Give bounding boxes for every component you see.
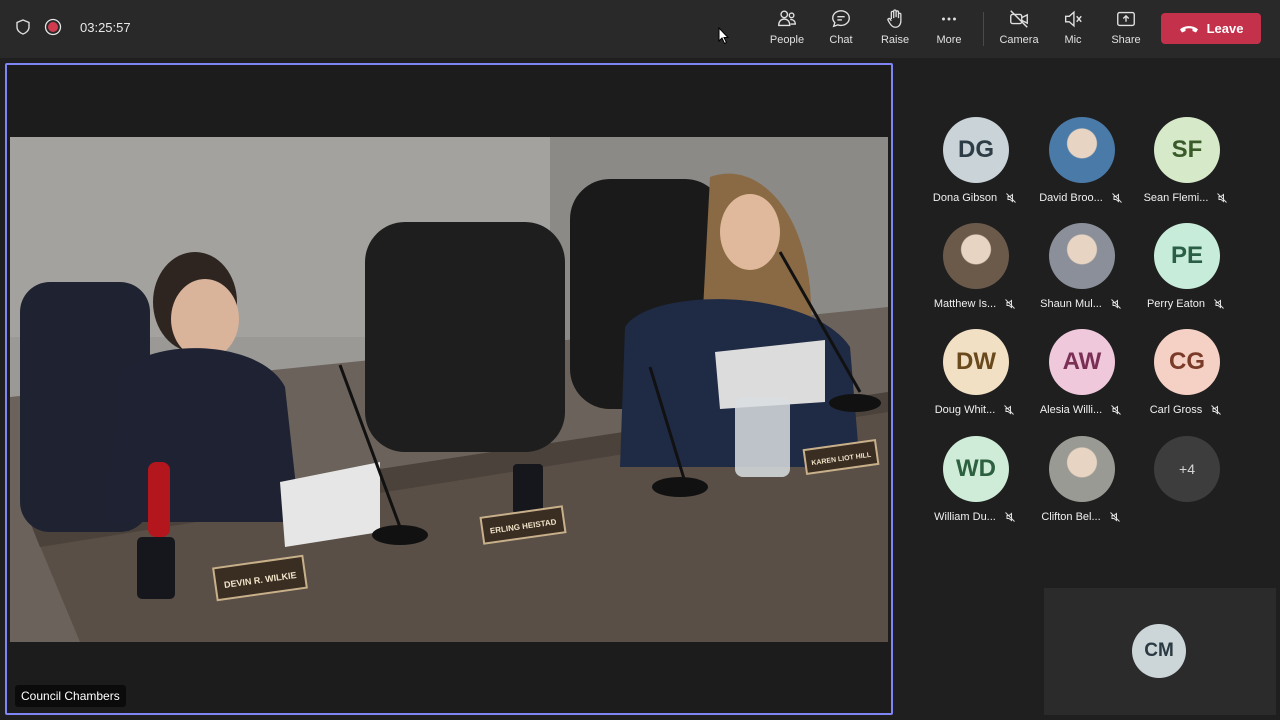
participant-photo <box>1049 117 1115 183</box>
participant-avatar: WD <box>943 436 1009 502</box>
mic-muted-icon <box>1110 404 1122 416</box>
participant-name-row: Sean Flemi... <box>1131 192 1241 204</box>
participant-name-row: Doug Whit... <box>920 404 1030 416</box>
participant-name: Shaun Mul... <box>1040 298 1102 310</box>
participant-name: Alesia Willi... <box>1039 404 1103 416</box>
participant-photo <box>1049 436 1115 502</box>
main-video-stage[interactable]: DEVIN R. WILKIE ERLING HEISTAD KAREN LIO… <box>5 63 893 715</box>
participant-avatar: +4 <box>1154 436 1220 502</box>
participant-name-row: Dona Gibson <box>920 192 1030 204</box>
participant-name-row: Carl Gross <box>1131 404 1241 416</box>
participant-tile[interactable]: PE Perry Eaton <box>1131 216 1241 316</box>
share-button[interactable]: Share <box>1100 8 1152 52</box>
camera-off-icon <box>1010 10 1028 28</box>
people-icon <box>778 10 796 27</box>
participant-name: Dona Gibson <box>932 192 998 204</box>
hang-up-icon <box>1179 25 1198 32</box>
participant-avatar: DG <box>943 117 1009 183</box>
meeting-timer: 03:25:57 <box>80 19 131 35</box>
participant-photo <box>943 223 1009 289</box>
more-button[interactable]: More <box>923 8 975 52</box>
leave-label: Leave <box>1206 21 1244 36</box>
participant-name: William Du... <box>934 511 996 523</box>
participant-avatar: CG <box>1154 329 1220 395</box>
participant-name: Clifton Bel... <box>1041 511 1101 523</box>
people-button[interactable]: People <box>761 8 813 52</box>
council-chamber-video: DEVIN R. WILKIE ERLING HEISTAD KAREN LIO… <box>10 137 888 642</box>
mic-button[interactable]: Mic <box>1047 8 1099 52</box>
participant-name: Perry Eaton <box>1146 298 1206 310</box>
mouse-cursor-icon <box>718 27 730 45</box>
toolbar-left: 03:25:57 <box>14 18 131 36</box>
mic-muted-icon <box>1005 192 1017 204</box>
more-icon <box>942 17 956 21</box>
mic-muted-icon <box>1003 404 1015 416</box>
participant-tile[interactable]: Matthew Is... <box>920 216 1030 316</box>
raise-label: Raise <box>880 34 910 46</box>
more-label: More <box>936 34 962 46</box>
participant-tile[interactable]: CG Carl Gross <box>1131 322 1241 422</box>
chat-label: Chat <box>829 34 853 46</box>
share-icon <box>1117 11 1135 27</box>
participant-tile[interactable]: DG Dona Gibson <box>920 110 1030 210</box>
participant-avatar: AW <box>1049 329 1115 395</box>
participant-tile[interactable]: Shaun Mul... <box>1026 216 1136 316</box>
participant-name-row: Alesia Willi... <box>1026 404 1136 416</box>
camera-label: Camera <box>999 34 1039 46</box>
shield-icon[interactable] <box>14 18 32 36</box>
participant-avatar: PE <box>1154 223 1220 289</box>
meeting-toolbar: 03:25:57 People Chat Raise More Camera M… <box>0 0 1280 58</box>
camera-button[interactable]: Camera <box>993 8 1045 52</box>
participant-name-row: William Du... <box>920 511 1030 523</box>
mic-muted-icon <box>1210 404 1222 416</box>
participant-name: Sean Flemi... <box>1143 192 1209 204</box>
mic-label: Mic <box>1064 34 1082 46</box>
participant-avatar: SF <box>1154 117 1220 183</box>
mic-muted-icon <box>1110 298 1122 310</box>
stage-name-label: Council Chambers <box>15 685 126 707</box>
mic-muted-icon <box>1109 511 1121 523</box>
leave-button[interactable]: Leave <box>1161 13 1261 44</box>
chat-icon <box>832 10 850 28</box>
raise-hand-icon <box>887 9 902 28</box>
participant-tile[interactable]: DW Doug Whit... <box>920 322 1030 422</box>
participant-tile[interactable]: WD William Du... <box>920 429 1030 529</box>
participant-tile[interactable]: SF Sean Flemi... <box>1131 110 1241 210</box>
participant-photo <box>1049 223 1115 289</box>
participant-name-row: Matthew Is... <box>920 298 1030 310</box>
participant-tile[interactable]: David Broo... <box>1026 110 1136 210</box>
mic-muted-icon <box>1213 298 1225 310</box>
self-view-tile[interactable]: CM <box>1044 588 1276 715</box>
participant-name-row: David Broo... <box>1026 192 1136 204</box>
chat-button[interactable]: Chat <box>815 8 867 52</box>
participant-name: Doug Whit... <box>934 404 996 416</box>
self-avatar: CM <box>1132 624 1186 678</box>
participant-tile[interactable]: AW Alesia Willi... <box>1026 322 1136 422</box>
participant-avatar: DW <box>943 329 1009 395</box>
mic-muted-icon <box>1004 298 1016 310</box>
participant-name: Carl Gross <box>1149 404 1203 416</box>
raise-hand-button[interactable]: Raise <box>869 8 921 52</box>
participant-name: David Broo... <box>1039 192 1103 204</box>
participant-name-row: Perry Eaton <box>1131 298 1241 310</box>
participant-tile[interactable]: Clifton Bel... <box>1026 429 1136 529</box>
mic-muted-icon <box>1004 511 1016 523</box>
people-label: People <box>769 34 805 46</box>
more-participants-tile[interactable]: +4 <box>1131 429 1241 529</box>
mic-muted-icon <box>1111 192 1123 204</box>
recording-icon[interactable] <box>44 18 62 36</box>
mic-muted-icon <box>1216 192 1228 204</box>
participant-name-row: Clifton Bel... <box>1026 511 1136 523</box>
participant-name-row: Shaun Mul... <box>1026 298 1136 310</box>
mic-off-icon <box>1064 10 1082 28</box>
participant-name: Matthew Is... <box>933 298 997 310</box>
share-label: Share <box>1111 34 1141 46</box>
toolbar-divider <box>983 12 984 46</box>
